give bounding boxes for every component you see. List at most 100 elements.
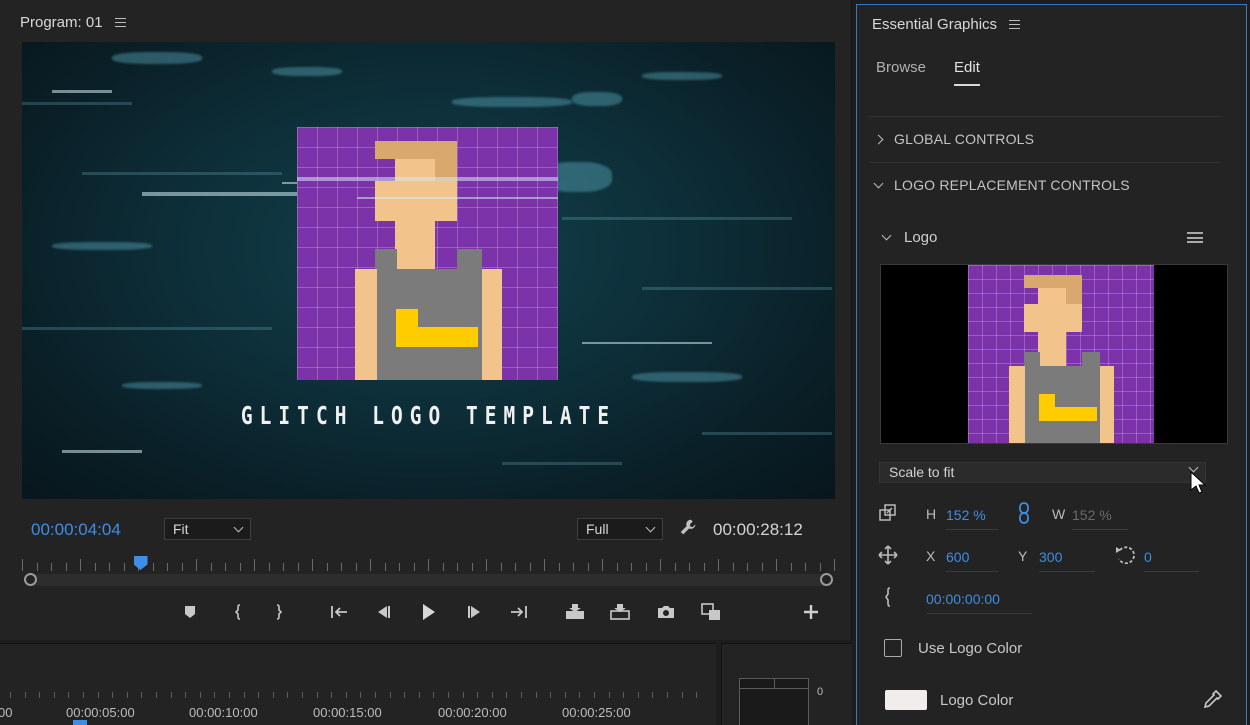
timeline-playhead[interactable] bbox=[73, 720, 87, 725]
ruler-tick bbox=[631, 563, 632, 571]
logo-color-label: Logo Color bbox=[940, 692, 1014, 709]
ruler-tick bbox=[297, 563, 299, 571]
tab-edit[interactable]: Edit bbox=[954, 59, 980, 86]
export-frame-button[interactable] bbox=[653, 600, 679, 624]
zoom-dropdown[interactable]: Fit bbox=[164, 518, 251, 540]
resolution-value: Full bbox=[586, 521, 609, 537]
height-value[interactable]: 152 % bbox=[946, 507, 998, 530]
eg-panel-header: Essential Graphics bbox=[872, 16, 1021, 33]
position-property-row: X 600 Y 300 0 bbox=[877, 544, 1227, 572]
ruler-tick bbox=[819, 563, 821, 571]
time-value[interactable]: 00:00:00:00 bbox=[926, 591, 1032, 614]
button-editor-button[interactable] bbox=[798, 600, 824, 624]
mark-in-button[interactable] bbox=[225, 600, 251, 624]
global-controls-label: GLOBAL CONTROLS bbox=[894, 131, 1035, 147]
comparison-view-button[interactable] bbox=[698, 600, 724, 624]
x-value[interactable]: 600 bbox=[946, 549, 998, 572]
rotation-value[interactable]: 0 bbox=[1144, 549, 1199, 572]
ruler-tick bbox=[399, 563, 400, 571]
timeline-time-label: 00 bbox=[0, 705, 13, 720]
glitch-streak bbox=[562, 217, 792, 220]
ruler-tick bbox=[805, 563, 806, 571]
program-viewer[interactable]: GLITCH LOGO TEMPLATE bbox=[22, 42, 835, 499]
use-logo-color-checkbox[interactable] bbox=[884, 639, 902, 657]
timeline-tick bbox=[667, 692, 668, 698]
eyedropper-icon[interactable] bbox=[1201, 689, 1223, 711]
hamburger-icon[interactable] bbox=[114, 18, 126, 27]
ruler-tick bbox=[761, 563, 763, 571]
go-to-in-button[interactable] bbox=[326, 600, 352, 624]
timeline-tick bbox=[126, 692, 128, 698]
step-forward-button[interactable] bbox=[462, 600, 488, 624]
plus-icon bbox=[804, 605, 818, 619]
ruler-tick bbox=[181, 563, 183, 571]
logo-replacement-section[interactable]: LOGO REPLACEMENT CONTROLS bbox=[869, 162, 1221, 207]
hamburger-icon[interactable] bbox=[1187, 232, 1203, 243]
ruler-tick bbox=[196, 559, 197, 571]
ruler-tick bbox=[442, 563, 444, 571]
ruler-tick bbox=[718, 559, 719, 571]
logo-preview[interactable] bbox=[880, 264, 1228, 444]
ruler-tick bbox=[94, 563, 96, 571]
glitch-streak bbox=[582, 342, 712, 344]
current-timecode[interactable]: 00:00:04:04 bbox=[31, 520, 121, 540]
wrench-icon[interactable] bbox=[678, 517, 700, 539]
timeline-tick bbox=[10, 692, 11, 698]
glitch-streak bbox=[82, 172, 282, 175]
timeline-tick bbox=[331, 692, 333, 698]
ruler-tick bbox=[384, 563, 386, 571]
tab-browse[interactable]: Browse bbox=[876, 59, 926, 86]
mark-out-button[interactable] bbox=[266, 600, 292, 624]
height-label: H bbox=[926, 506, 937, 522]
timeline-tick bbox=[229, 692, 230, 698]
logo-color-swatch[interactable] bbox=[885, 690, 927, 710]
ruler-tick bbox=[167, 563, 168, 571]
bracket-icon bbox=[877, 586, 899, 608]
y-value[interactable]: 300 bbox=[1039, 549, 1095, 572]
use-logo-color-label: Use Logo Color bbox=[918, 640, 1023, 657]
timeline-tick bbox=[258, 692, 260, 698]
program-panel-title[interactable]: Program: 01 bbox=[20, 14, 103, 31]
hamburger-icon[interactable] bbox=[1009, 20, 1021, 29]
global-controls-section[interactable]: GLOBAL CONTROLS bbox=[869, 116, 1221, 161]
link-icon[interactable] bbox=[1013, 502, 1035, 524]
timeline-panel[interactable]: 00 00:00:05:00 00:00:10:00 00:00:15:00 00:00… bbox=[0, 643, 716, 725]
timeline-tick bbox=[477, 692, 479, 698]
scale-mode-value: Scale to fit bbox=[889, 464, 955, 480]
width-value[interactable]: 152 % bbox=[1072, 507, 1128, 530]
timeline-tick bbox=[652, 692, 654, 698]
audio-meter-panel: 0 bbox=[721, 643, 852, 725]
add-marker-button[interactable] bbox=[177, 600, 203, 624]
glitch-streak bbox=[702, 432, 832, 435]
timeline-tick bbox=[156, 692, 157, 698]
scale-mode-dropdown[interactable]: Scale to fit bbox=[879, 462, 1206, 483]
timeline-tick bbox=[287, 692, 289, 698]
zoom-handle-right[interactable] bbox=[820, 573, 833, 586]
timeline-tick bbox=[39, 692, 41, 698]
timeline-tick bbox=[141, 692, 143, 698]
program-monitor-panel: Program: 01 GLITCH LOGO TEMPLATE 00:00:0… bbox=[0, 0, 852, 640]
insert-button[interactable] bbox=[562, 600, 588, 624]
logo-property-row[interactable]: Logo bbox=[881, 224, 1221, 250]
eg-panel-title[interactable]: Essential Graphics bbox=[872, 16, 997, 33]
chevron-down-icon bbox=[873, 178, 884, 188]
go-to-out-button[interactable] bbox=[506, 600, 532, 624]
timeline-tick bbox=[404, 692, 406, 698]
play-button[interactable] bbox=[415, 600, 441, 624]
monitor-controls: 00:00:04:04 Fit Full 00:00:28:12 bbox=[0, 510, 852, 550]
timeline-tick bbox=[112, 692, 114, 698]
timeline-tick bbox=[316, 692, 318, 698]
chevron-down-icon bbox=[881, 230, 892, 240]
step-back-button[interactable] bbox=[370, 600, 396, 624]
overwrite-button[interactable] bbox=[607, 600, 633, 624]
ruler-tick bbox=[65, 563, 67, 571]
scale-property-row: H 152 % W 152 % bbox=[877, 502, 1227, 530]
texture-speck bbox=[632, 372, 742, 382]
resolution-dropdown[interactable]: Full bbox=[577, 518, 663, 540]
zoom-scrollbar[interactable] bbox=[30, 574, 827, 586]
duration-timecode: 00:00:28:12 bbox=[713, 520, 803, 539]
ruler-tick bbox=[123, 563, 125, 571]
ruler-tick bbox=[225, 563, 226, 571]
zoom-handle-left[interactable] bbox=[24, 573, 37, 586]
timeline-tick bbox=[521, 692, 522, 698]
